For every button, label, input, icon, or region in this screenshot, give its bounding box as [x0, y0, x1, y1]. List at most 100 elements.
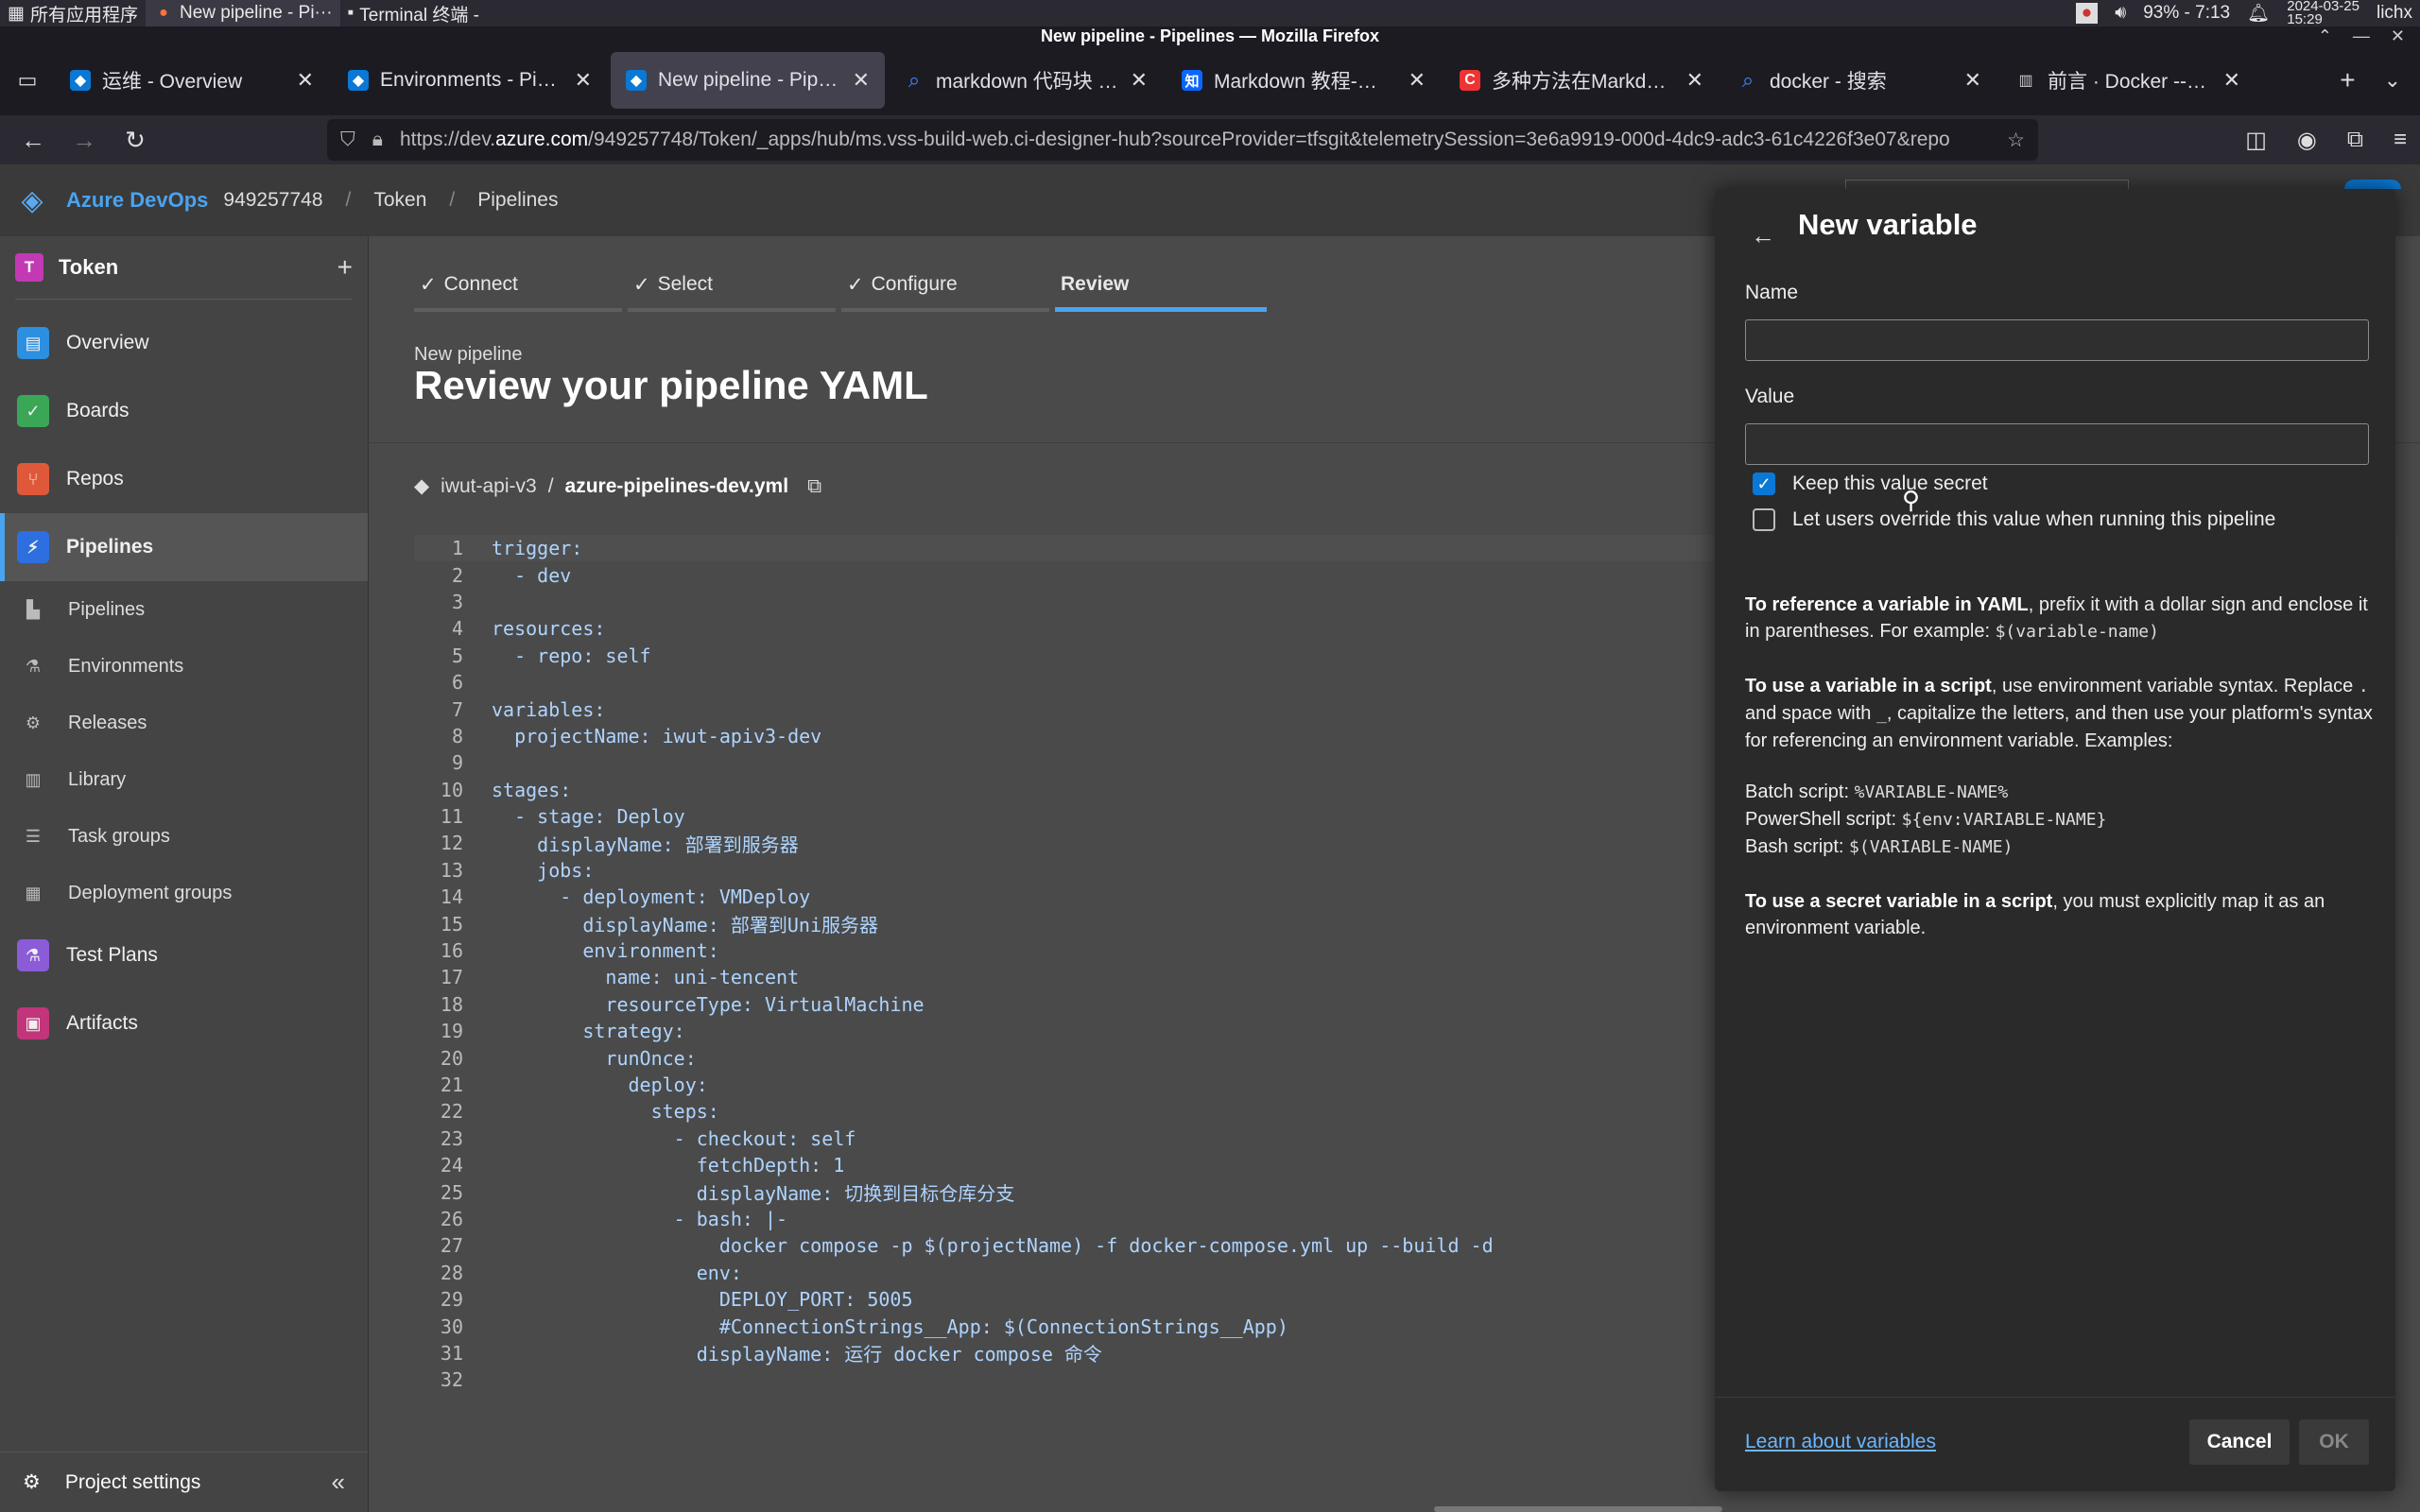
browser-tab[interactable]: ⌕ docker - 搜索 ✕ [1722, 52, 1996, 109]
code-text: strategy: [492, 1020, 685, 1043]
close-tab-icon[interactable]: ✕ [1686, 68, 1703, 93]
close-tab-icon[interactable]: ✕ [853, 68, 870, 93]
list-all-tabs-icon[interactable]: ⌄ [2384, 68, 2401, 93]
sidebar-subitem-task-groups[interactable]: ☰ Task groups [0, 808, 368, 865]
sidebar-item-overview[interactable]: ▤ Overview [0, 309, 368, 377]
lock-icon[interactable]: 🔒︎ [372, 129, 383, 151]
window-title: New pipeline - Pipelines — Mozilla Firef… [0, 26, 2420, 45]
browser-tab[interactable]: C多种方法在Markdown加✕ [1444, 52, 1719, 109]
url-text[interactable]: https://dev.azure.com/949257748/Token/_a… [400, 129, 1990, 151]
collapse-sidebar-icon[interactable]: « [332, 1468, 345, 1497]
sidebar-item-boards[interactable]: ✓ Boards [0, 377, 368, 445]
browser-tab-active[interactable]: ◆New pipeline - Pipelines✕ [611, 52, 885, 109]
sidebar-subitem-environments[interactable]: ⚗︎ Environments [0, 638, 368, 695]
browser-tab[interactable]: ▥前言 · Docker -- 从入门✕ [2000, 52, 2256, 109]
pocket-icon[interactable]: ◫ [2245, 127, 2267, 154]
code-text: displayName: 运行 docker compose 命令 [492, 1343, 1102, 1366]
pipelines-list-icon: ▙ [26, 599, 40, 619]
line-number: 20 [440, 1046, 463, 1070]
sidebar-item-pipelines[interactable]: ⚡︎ Pipelines [0, 513, 368, 581]
firefox-icon: ● [159, 5, 168, 21]
tab-strip: ▭ ◆运维 - Overview✕ ◆Environments - Pipeli… [0, 45, 2420, 115]
tab-overview-icon[interactable]: ▭ [0, 45, 55, 115]
project-switcher[interactable]: T Token + [0, 236, 368, 299]
code-text: deploy: [492, 1074, 708, 1096]
name-input[interactable] [1745, 319, 2369, 361]
task-terminal[interactable]: ▪ Terminal 终端 - [340, 0, 487, 26]
copy-icon[interactable]: ⧉ [807, 475, 821, 498]
menu-icon[interactable]: ≡ [2394, 127, 2407, 153]
close-tab-icon[interactable]: ✕ [575, 68, 592, 93]
sidebar-item-artifacts[interactable]: ▣ Artifacts [0, 989, 368, 1057]
close-tab-icon[interactable]: ✕ [1964, 68, 1981, 93]
close-tab-icon[interactable]: ✕ [2223, 68, 2240, 93]
project-settings[interactable]: ⚙︎ Project settings « [0, 1452, 368, 1512]
line-number: 16 [440, 939, 463, 963]
bell-icon[interactable]: 🔔︎ [2247, 2, 2270, 25]
sidebar-subitem-releases[interactable]: ⚙︎ Releases [0, 695, 368, 751]
account-icon[interactable]: ◉ [2297, 127, 2317, 154]
value-input[interactable] [1745, 423, 2369, 465]
brand-link[interactable]: Azure DevOps [66, 188, 208, 213]
volume-icon[interactable]: 🔊︎ [2115, 3, 2126, 24]
close-tab-icon[interactable]: ✕ [1131, 68, 1148, 93]
browser-tab[interactable]: ⌕markdown 代码块 - 搜索✕ [889, 52, 1163, 109]
code-text: resourceType: VirtualMachine [492, 992, 925, 1016]
project-name: Token [59, 255, 119, 279]
step-configure[interactable]: ✓ Configure [841, 261, 1049, 312]
tray-app-icon[interactable]: ● [2075, 3, 2099, 24]
code-text: fetchDepth: 1 [492, 1154, 845, 1177]
close-tab-icon[interactable]: ✕ [1409, 68, 1426, 93]
browser-tab[interactable]: ◆ 运维 - Overview ✕ [55, 52, 329, 109]
step-connect[interactable]: ✓ Connect [414, 261, 622, 312]
line-number: 1 [451, 537, 463, 560]
line-number: 6 [451, 671, 463, 695]
battery-status: 93% - 7:13 [2143, 3, 2231, 23]
browser-tab[interactable]: ◆Environments - Pipelines✕ [333, 52, 607, 109]
breadcrumb-separator: / [449, 189, 456, 211]
minimize-icon[interactable]: ⌃ [2318, 26, 2332, 46]
url-bar[interactable]: ⛉ 🔒︎ https://dev.azure.com/949257748/Tok… [327, 119, 2038, 161]
learn-about-variables-link[interactable]: Learn about variables [1745, 1431, 1936, 1453]
book-favicon-icon: ▥ [2018, 73, 2033, 89]
keep-secret-checkbox[interactable]: ✓ Keep this value secret [1753, 472, 1988, 495]
maximize-icon[interactable]: — [2353, 26, 2370, 46]
shield-icon[interactable]: ⛉ [340, 129, 355, 151]
back-arrow-icon[interactable]: ← [1751, 221, 1775, 250]
new-tab-icon[interactable]: + [2340, 65, 2355, 95]
line-number: 17 [440, 966, 463, 989]
check-icon: ✓ [633, 273, 650, 296]
horizontal-scrollbar[interactable] [1434, 1506, 1722, 1512]
step-select[interactable]: ✓ Select [628, 261, 836, 312]
apps-menu[interactable]: ▦ 所有应用程序 [0, 0, 146, 26]
ok-button[interactable]: OK [2299, 1419, 2369, 1465]
sidebar-subitem-deployment-groups[interactable]: ▦ Deployment groups [0, 865, 368, 921]
breadcrumb-org[interactable]: 949257748 [223, 189, 322, 212]
add-icon[interactable]: + [337, 252, 353, 283]
code-text: name: uni-tencent [492, 966, 800, 989]
repo-name[interactable]: iwut-api-v3 [441, 475, 537, 498]
cancel-button[interactable]: Cancel [2189, 1419, 2290, 1465]
azure-devops-logo-icon[interactable]: ◈ [15, 183, 49, 217]
extensions-icon[interactable]: ⧉ [2347, 127, 2363, 153]
code-text: projectName: iwut-apiv3-dev [492, 724, 822, 747]
allow-override-checkbox[interactable]: Let users override this value when runni… [1753, 508, 2275, 531]
sidebar-subitem-pipelines[interactable]: ▙ Pipelines [0, 581, 368, 638]
step-review[interactable]: Review [1055, 261, 1267, 312]
back-icon[interactable]: ← [8, 126, 59, 155]
breadcrumb-pipelines[interactable]: Pipelines [477, 189, 558, 212]
task-firefox[interactable]: ● New pipeline - Pi··· [145, 0, 340, 26]
browser-tab[interactable]: 知 Markdown 教程-引用块 ✕ [1167, 52, 1441, 109]
reload-icon[interactable]: ↻ [110, 126, 161, 155]
sidebar-subitem-library[interactable]: ▥ Library [0, 751, 368, 808]
close-window-icon[interactable]: ✕ [2391, 26, 2405, 46]
bookmark-star-icon[interactable]: ☆ [2007, 129, 2025, 152]
breadcrumb-project[interactable]: Token [373, 189, 426, 212]
close-tab-icon[interactable]: ✕ [297, 68, 314, 93]
line-number: 19 [440, 1020, 463, 1043]
yaml-file-name[interactable]: azure-pipelines-dev.yml [565, 475, 789, 498]
repo-icon: ◆ [414, 475, 430, 497]
sidebar-item-repos[interactable]: ⑂ Repos [0, 445, 368, 513]
sidebar-item-test-plans[interactable]: ⚗︎ Test Plans [0, 921, 368, 989]
forward-icon[interactable]: → [59, 126, 110, 155]
